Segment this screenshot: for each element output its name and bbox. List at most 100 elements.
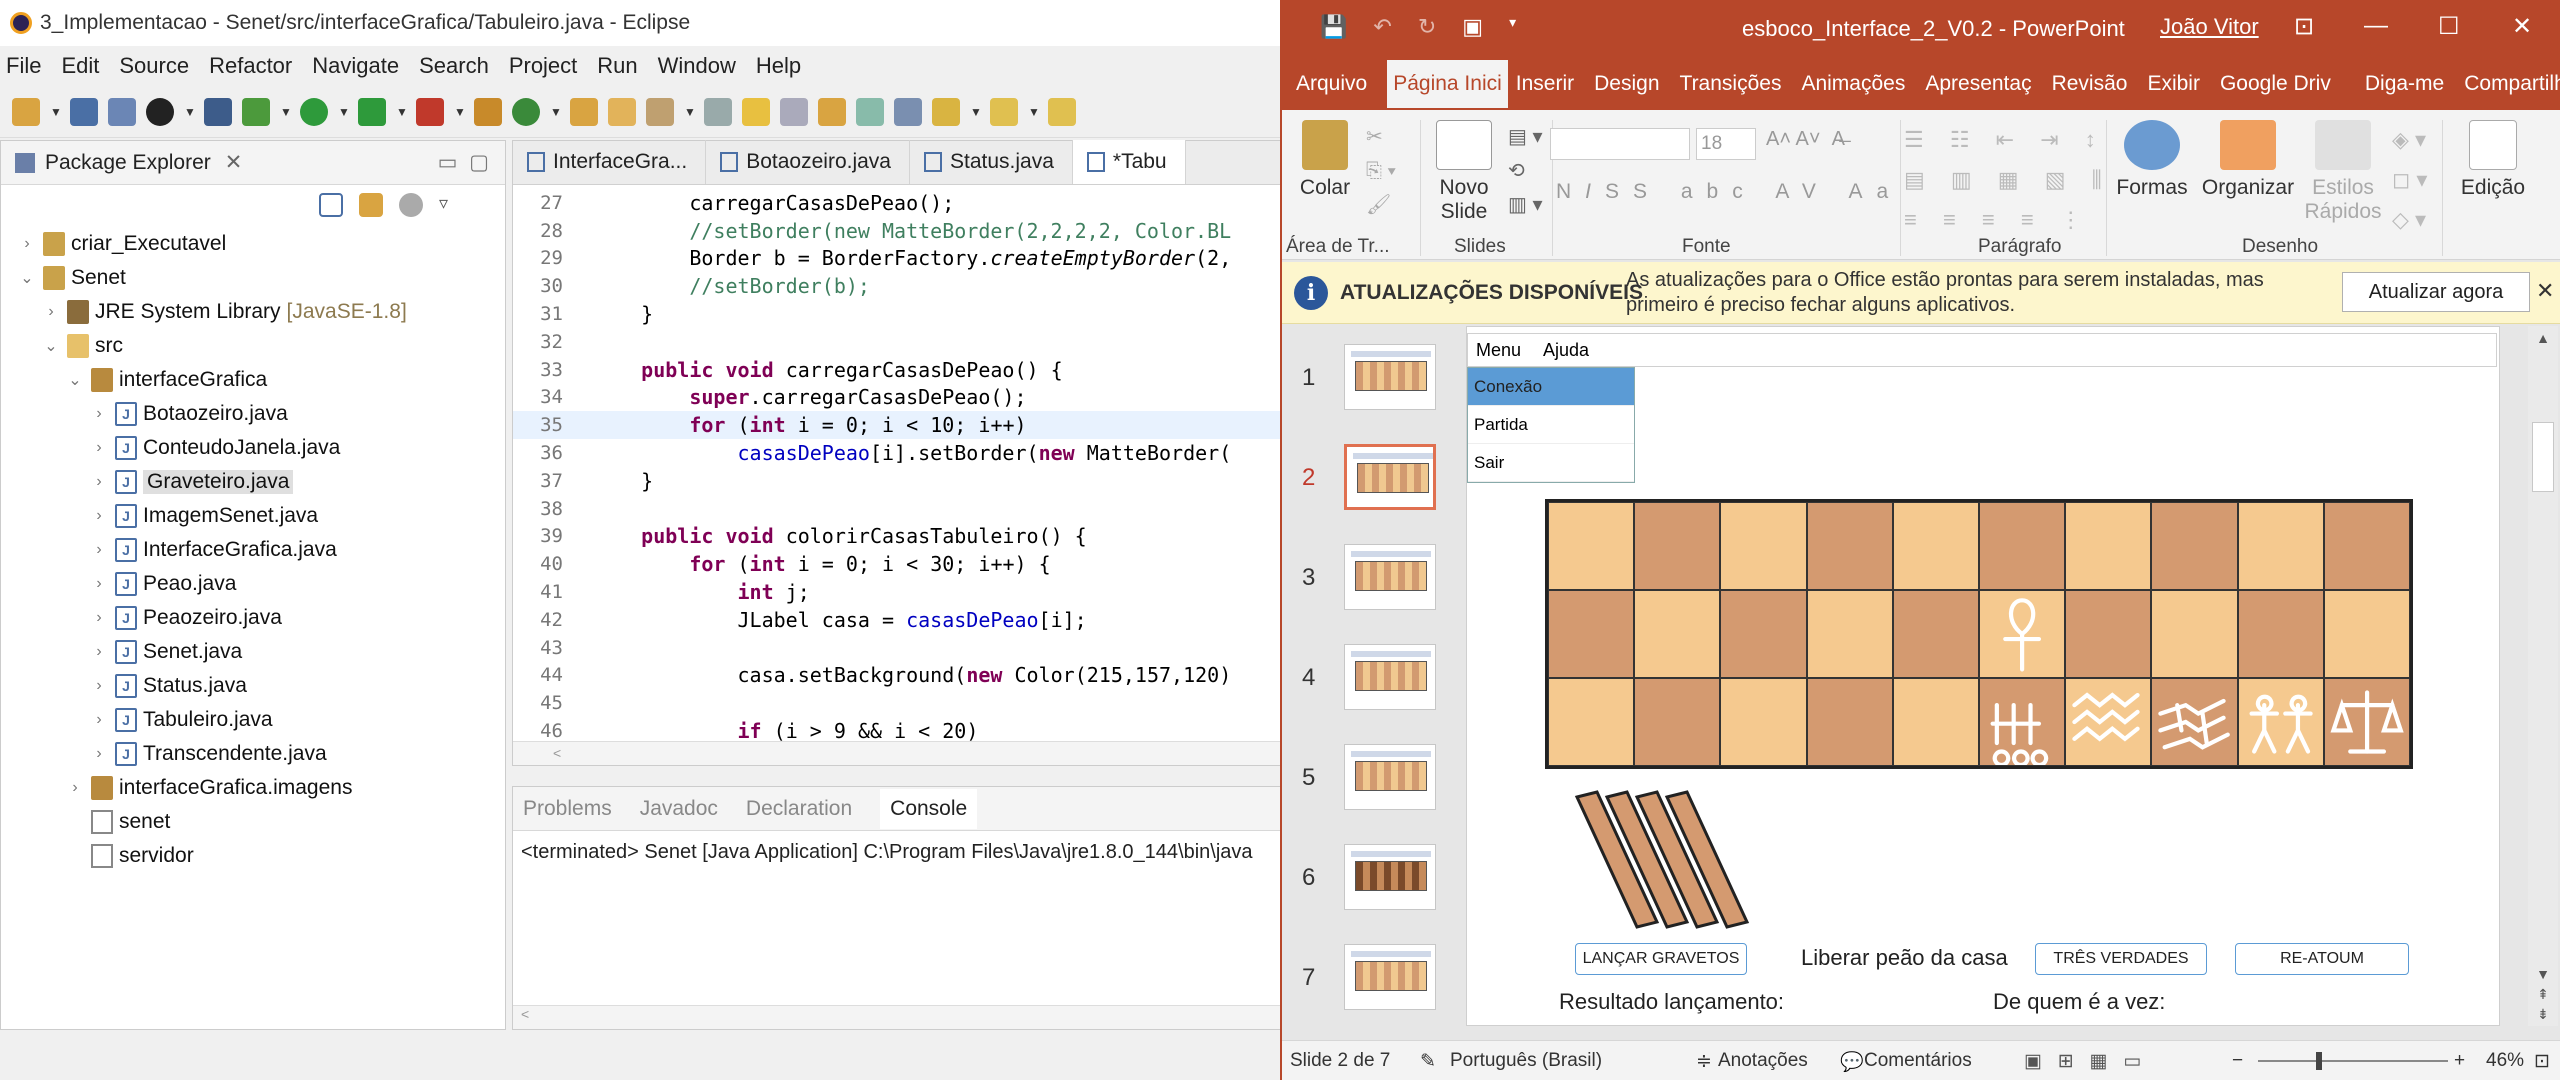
arrange-button[interactable]: Organizar (2198, 120, 2298, 200)
menu-edit[interactable]: Edit (61, 53, 99, 79)
tree-item[interactable]: › J Graveteiro.java (1, 465, 505, 499)
menu-run[interactable]: Run (597, 53, 637, 79)
bottom-tab-declaration[interactable]: Declaration (746, 797, 852, 821)
update-now-button[interactable]: Atualizar agora (2342, 272, 2530, 312)
open-type-icon[interactable] (570, 97, 598, 126)
debug-icon[interactable] (242, 97, 270, 126)
collapsed-arrow-icon[interactable]: › (91, 677, 107, 695)
board-cell[interactable] (1720, 502, 1807, 590)
tree-item[interactable]: › criar_Executavel (1, 227, 505, 261)
slide-thumbnail[interactable] (1344, 444, 1436, 510)
board-cell[interactable] (1548, 678, 1635, 766)
bottom-tab-javadoc[interactable]: Javadoc (640, 797, 718, 821)
bottom-tab-problems[interactable]: Problems (523, 797, 612, 821)
editor-tab[interactable]: *Tabu (1072, 140, 1186, 184)
font-name-box[interactable] (1550, 128, 1690, 160)
collapsed-arrow-icon[interactable]: › (91, 745, 107, 763)
board-cell[interactable] (1720, 590, 1807, 678)
board-cell[interactable] (2237, 502, 2324, 590)
search-icon[interactable] (646, 97, 674, 126)
collapsed-arrow-icon[interactable]: › (91, 711, 107, 729)
minimize-icon[interactable]: — (2364, 12, 2388, 40)
language-label[interactable]: Português (Brasil) (1450, 1050, 1602, 1072)
board-cell[interactable] (2323, 590, 2410, 678)
tree-item[interactable]: › JRE System Library [JavaSE-1.8] (1, 295, 505, 329)
block-select-icon[interactable] (856, 97, 884, 126)
slide-thumbnail[interactable] (1344, 744, 1436, 810)
new-class-icon[interactable] (512, 97, 540, 126)
board-cell[interactable] (2151, 590, 2238, 678)
scroll-thumb[interactable] (2532, 422, 2554, 492)
customize-qat-icon[interactable]: ▾ (1509, 14, 1516, 40)
editor-tab[interactable]: Botaozeiro.java (706, 140, 910, 184)
zoom-in-icon[interactable]: + (2454, 1050, 2465, 1072)
new-java-project-icon[interactable] (474, 97, 502, 126)
ribbon-tab[interactable]: Diga-me (2365, 72, 2444, 96)
format-painter-icon[interactable]: 🖌 (1366, 188, 1396, 222)
menu-refactor[interactable]: Refactor (209, 53, 292, 79)
collapsed-arrow-icon[interactable]: › (91, 473, 107, 491)
ribbon-tab[interactable]: Animações (1801, 72, 1905, 96)
task-icon[interactable] (818, 97, 846, 126)
notes-button[interactable]: Anotações (1718, 1050, 1808, 1072)
tree-item[interactable]: servidor (1, 839, 505, 873)
board-cell[interactable] (2323, 678, 2410, 766)
tree-item[interactable]: › J Peao.java (1, 567, 505, 601)
cut-icon[interactable]: ✂ (1366, 120, 1396, 154)
mock-menu-menu[interactable]: Menu (1476, 340, 1521, 361)
font-size-box[interactable]: 18 (1696, 128, 1756, 160)
board-cell[interactable] (2151, 502, 2238, 590)
ribbon-tab[interactable]: Design (1594, 72, 1659, 96)
editing-button[interactable]: Edição (2448, 120, 2538, 200)
tree-item[interactable]: › J Tabuleiro.java (1, 703, 505, 737)
paste-button[interactable]: Colar (1290, 120, 1360, 200)
tree-item[interactable]: › J ConteudoJanela.java (1, 431, 505, 465)
zoom-level[interactable]: 46% (2486, 1050, 2524, 1072)
paragraph-buttons[interactable]: ☰ ☷ ⇤ ⇥ ↕ ▤ ▥ ▦ ▧ ⫼ ≡ ≡ ≡ ≡ ⋮ (1904, 120, 2112, 240)
board-cell[interactable] (2065, 678, 2152, 766)
mock-menu-item[interactable]: Conexão (1468, 368, 1634, 406)
slide-thumbnail[interactable] (1344, 844, 1436, 910)
expanded-arrow-icon[interactable]: ⌄ (43, 336, 59, 356)
close-icon[interactable]: ✕ (2536, 278, 2554, 304)
board-cell[interactable] (2237, 590, 2324, 678)
menu-window[interactable]: Window (658, 53, 736, 79)
font-grow-shrink[interactable]: A˄ A˅ A̶ (1766, 128, 1845, 151)
ribbon-display-icon[interactable]: ⊡ (2294, 12, 2314, 41)
annotation-icon[interactable] (780, 97, 808, 126)
board-cell[interactable] (1978, 678, 2066, 766)
view-menu-icon[interactable]: ▿ (439, 193, 448, 217)
notes-icon[interactable]: ≑ (1696, 1050, 1712, 1073)
redo-icon[interactable]: ↻ (1418, 14, 1436, 40)
re-atoum-button[interactable]: RE-ATOUM (2235, 943, 2409, 975)
new-icon[interactable] (12, 97, 40, 126)
board-cell[interactable] (2323, 502, 2410, 590)
editor-tab[interactable]: InterfaceGra... (513, 140, 707, 184)
board-cell[interactable] (1978, 502, 2066, 590)
board-cell[interactable] (1548, 590, 1635, 678)
close-icon[interactable]: ✕ (2512, 12, 2532, 41)
tree-item[interactable]: senet (1, 805, 505, 839)
back-icon[interactable] (1048, 97, 1076, 126)
board-cell[interactable] (2151, 678, 2238, 766)
tree-item[interactable]: › interfaceGrafica.imagens (1, 771, 505, 805)
ribbon-tab[interactable]: Página Inici (1387, 60, 1508, 108)
board-cell[interactable] (1548, 502, 1635, 590)
minimize-icon[interactable]: ▭ ▢ (438, 150, 489, 175)
ribbon-tab[interactable]: Inserir (1516, 72, 1574, 96)
tree-item[interactable]: ⌄ interfaceGrafica (1, 363, 505, 397)
zoom-slider-thumb[interactable] (2316, 1052, 2322, 1070)
board-cell[interactable] (1892, 590, 1979, 678)
tres-verdades-button[interactable]: TRÊS VERDADES (2035, 943, 2207, 975)
menu-source[interactable]: Source (119, 53, 189, 79)
comments-button[interactable]: Comentários (1864, 1050, 1972, 1072)
menu-file[interactable]: File (6, 53, 41, 79)
quick-styles-button[interactable]: Estilos Rápidos (2302, 120, 2384, 224)
slide-thumbnail[interactable] (1344, 344, 1436, 410)
ribbon-tab[interactable]: Arquivo (1296, 72, 1367, 96)
next-annotation-icon[interactable] (932, 97, 960, 126)
collapse-all-icon[interactable] (319, 193, 343, 217)
ribbon-tab[interactable]: Google Driv (2220, 72, 2331, 96)
close-icon[interactable]: ✕ (225, 150, 243, 175)
board-cell[interactable] (1806, 502, 1893, 590)
